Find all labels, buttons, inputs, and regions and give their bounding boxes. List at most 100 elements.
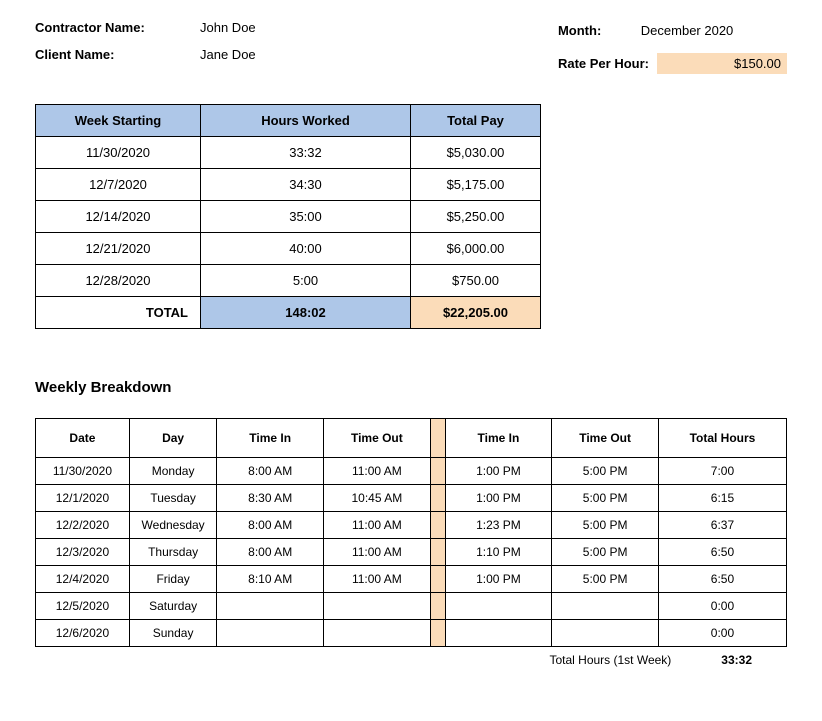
breakdown-row: 12/3/2020 Thursday 8:00 AM 11:00 AM 1:10… xyxy=(36,539,787,566)
breakdown-table: Date Day Time In Time Out Time In Time O… xyxy=(35,418,787,647)
breakdown-date: 12/4/2020 xyxy=(36,566,130,593)
breakdown-date: 12/3/2020 xyxy=(36,539,130,566)
breakdown-total: 6:50 xyxy=(658,539,786,566)
client-row: Client Name: Jane Doe xyxy=(35,47,256,62)
summary-row: 12/21/2020 40:00 $6,000.00 xyxy=(36,233,541,265)
breakdown-out1 xyxy=(324,620,431,647)
client-label: Client Name: xyxy=(35,47,200,62)
summary-week: 12/28/2020 xyxy=(36,265,201,297)
breakdown-date: 11/30/2020 xyxy=(36,458,130,485)
summary-header-hours: Hours Worked xyxy=(201,105,411,137)
month-row: Month: December 2020 xyxy=(558,20,787,41)
breakdown-out2 xyxy=(552,593,659,620)
breakdown-row: 11/30/2020 Monday 8:00 AM 11:00 AM 1:00 … xyxy=(36,458,787,485)
breakdown-out1: 11:00 AM xyxy=(324,539,431,566)
breakdown-in2: 1:00 PM xyxy=(445,485,552,512)
breakdown-header-day: Day xyxy=(129,419,216,458)
breakdown-total: 0:00 xyxy=(658,620,786,647)
breakdown-row: 12/6/2020 Sunday 0:00 xyxy=(36,620,787,647)
breakdown-date: 12/5/2020 xyxy=(36,593,130,620)
breakdown-header-row: Date Day Time In Time Out Time In Time O… xyxy=(36,419,787,458)
breakdown-total: 6:50 xyxy=(658,566,786,593)
summary-hours: 5:00 xyxy=(201,265,411,297)
breakdown-out1: 11:00 AM xyxy=(324,566,431,593)
header-left: Contractor Name: John Doe Client Name: J… xyxy=(35,20,256,74)
breakdown-day: Wednesday xyxy=(129,512,216,539)
breakdown-date: 12/2/2020 xyxy=(36,512,130,539)
breakdown-in1: 8:00 AM xyxy=(217,539,324,566)
breakdown-header-timein: Time In xyxy=(217,419,324,458)
breakdown-out2: 5:00 PM xyxy=(552,539,659,566)
breakdown-in1: 8:10 AM xyxy=(217,566,324,593)
breakdown-spacer xyxy=(430,512,445,539)
breakdown-header-timein2: Time In xyxy=(445,419,552,458)
breakdown-header-total: Total Hours xyxy=(658,419,786,458)
summary-week: 12/7/2020 xyxy=(36,169,201,201)
breakdown-spacer xyxy=(430,539,445,566)
rate-row: Rate Per Hour: $150.00 xyxy=(558,53,787,74)
breakdown-in2 xyxy=(445,620,552,647)
summary-hours: 34:30 xyxy=(201,169,411,201)
summary-table: Week Starting Hours Worked Total Pay 11/… xyxy=(35,104,541,329)
breakdown-title: Weekly Breakdown xyxy=(35,379,787,396)
contractor-label: Contractor Name: xyxy=(35,20,200,35)
breakdown-day: Monday xyxy=(129,458,216,485)
breakdown-day: Friday xyxy=(129,566,216,593)
breakdown-out2: 5:00 PM xyxy=(552,458,659,485)
breakdown-total: 6:37 xyxy=(658,512,786,539)
breakdown-out1 xyxy=(324,593,431,620)
breakdown-out1: 11:00 AM xyxy=(324,512,431,539)
breakdown-row: 12/1/2020 Tuesday 8:30 AM 10:45 AM 1:00 … xyxy=(36,485,787,512)
breakdown-row: 12/2/2020 Wednesday 8:00 AM 11:00 AM 1:2… xyxy=(36,512,787,539)
breakdown-spacer xyxy=(430,620,445,647)
breakdown-day: Saturday xyxy=(129,593,216,620)
breakdown-in1 xyxy=(217,620,324,647)
summary-hours: 33:32 xyxy=(201,137,411,169)
breakdown-in2: 1:10 PM xyxy=(445,539,552,566)
breakdown-in1: 8:30 AM xyxy=(217,485,324,512)
summary-total-row: TOTAL 148:02 $22,205.00 xyxy=(36,297,541,329)
breakdown-footer-label: Total Hours (1st Week) xyxy=(549,653,671,667)
breakdown-in2: 1:00 PM xyxy=(445,566,552,593)
breakdown-spacer xyxy=(430,458,445,485)
contractor-row: Contractor Name: John Doe xyxy=(35,20,256,35)
breakdown-footer: Total Hours (1st Week) 33:32 xyxy=(35,653,787,667)
month-label: Month: xyxy=(558,23,601,38)
breakdown-out2 xyxy=(552,620,659,647)
summary-week: 12/21/2020 xyxy=(36,233,201,265)
breakdown-out1: 11:00 AM xyxy=(324,458,431,485)
breakdown-spacer xyxy=(430,566,445,593)
summary-row: 11/30/2020 33:32 $5,030.00 xyxy=(36,137,541,169)
rate-label: Rate Per Hour: xyxy=(558,56,649,71)
breakdown-date: 12/1/2020 xyxy=(36,485,130,512)
summary-total-label: TOTAL xyxy=(36,297,201,329)
breakdown-out1: 10:45 AM xyxy=(324,485,431,512)
breakdown-out2: 5:00 PM xyxy=(552,566,659,593)
month-value: December 2020 xyxy=(609,20,739,41)
breakdown-in2 xyxy=(445,593,552,620)
summary-header-row: Week Starting Hours Worked Total Pay xyxy=(36,105,541,137)
breakdown-total: 6:15 xyxy=(658,485,786,512)
breakdown-in1: 8:00 AM xyxy=(217,458,324,485)
header-right: Month: December 2020 Rate Per Hour: $150… xyxy=(558,20,787,74)
summary-header-week: Week Starting xyxy=(36,105,201,137)
summary-pay: $750.00 xyxy=(411,265,541,297)
summary-header-pay: Total Pay xyxy=(411,105,541,137)
contractor-value: John Doe xyxy=(200,20,256,35)
breakdown-day: Sunday xyxy=(129,620,216,647)
summary-hours: 40:00 xyxy=(201,233,411,265)
breakdown-in2: 1:23 PM xyxy=(445,512,552,539)
summary-pay: $5,030.00 xyxy=(411,137,541,169)
summary-hours: 35:00 xyxy=(201,201,411,233)
rate-value: $150.00 xyxy=(657,53,787,74)
breakdown-row: 12/4/2020 Friday 8:10 AM 11:00 AM 1:00 P… xyxy=(36,566,787,593)
breakdown-day: Tuesday xyxy=(129,485,216,512)
breakdown-in1: 8:00 AM xyxy=(217,512,324,539)
summary-pay: $5,175.00 xyxy=(411,169,541,201)
breakdown-spacer xyxy=(430,485,445,512)
breakdown-out2: 5:00 PM xyxy=(552,512,659,539)
breakdown-header-timeout2: Time Out xyxy=(552,419,659,458)
breakdown-day: Thursday xyxy=(129,539,216,566)
breakdown-header-date: Date xyxy=(36,419,130,458)
summary-pay: $5,250.00 xyxy=(411,201,541,233)
